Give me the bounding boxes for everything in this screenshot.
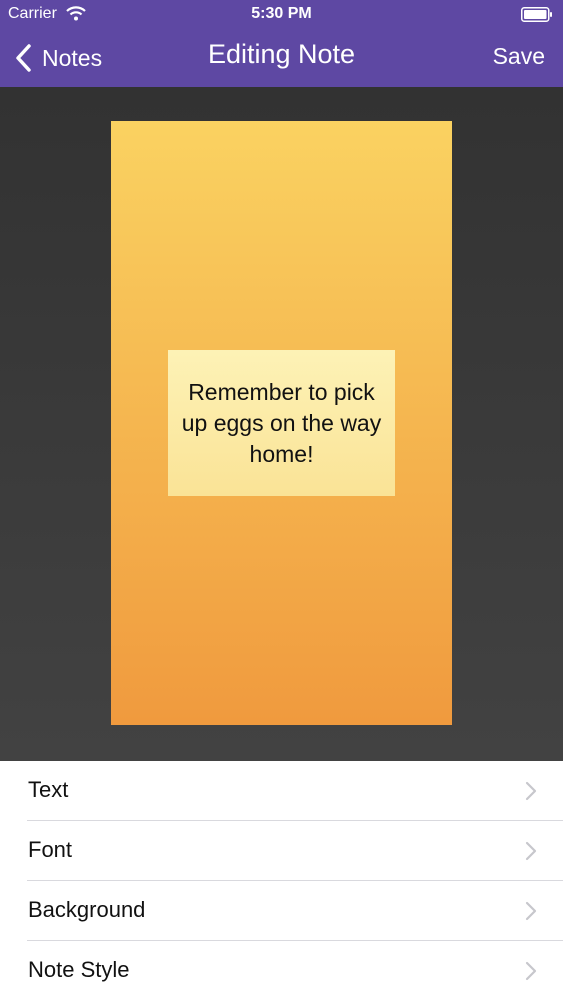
option-label: Background — [28, 897, 146, 922]
chevron-right-icon — [525, 961, 537, 981]
chevron-right-icon — [525, 781, 537, 801]
option-note-style[interactable]: Note Style — [0, 941, 563, 1000]
battery-icon — [521, 7, 552, 22]
option-font[interactable]: Font — [0, 821, 563, 881]
option-label: Font — [28, 837, 73, 862]
options-list: Text Font Background Note Style — [0, 761, 563, 1000]
option-text[interactable]: Text — [0, 761, 563, 821]
save-button[interactable]: Save — [493, 43, 545, 70]
chevron-right-icon — [525, 841, 537, 861]
option-label: Text — [28, 777, 69, 802]
note-text[interactable]: Remember to pick up eggs on the way home… — [168, 350, 395, 496]
note-card[interactable]: Remember to pick up eggs on the way home… — [111, 121, 452, 725]
note-preview-area: Remember to pick up eggs on the way home… — [0, 87, 563, 761]
option-background[interactable]: Background — [0, 881, 563, 941]
header: Carrier 5:30 PM Notes Editing Note Save — [0, 0, 563, 87]
status-bar: Carrier 5:30 PM — [0, 0, 563, 30]
nav-bar: Notes Editing Note Save — [0, 30, 563, 87]
page-title: Editing Note — [207, 39, 356, 69]
status-time: 5:30 PM — [251, 5, 312, 22]
option-label: Note Style — [28, 957, 130, 982]
chevron-right-icon — [525, 901, 537, 921]
